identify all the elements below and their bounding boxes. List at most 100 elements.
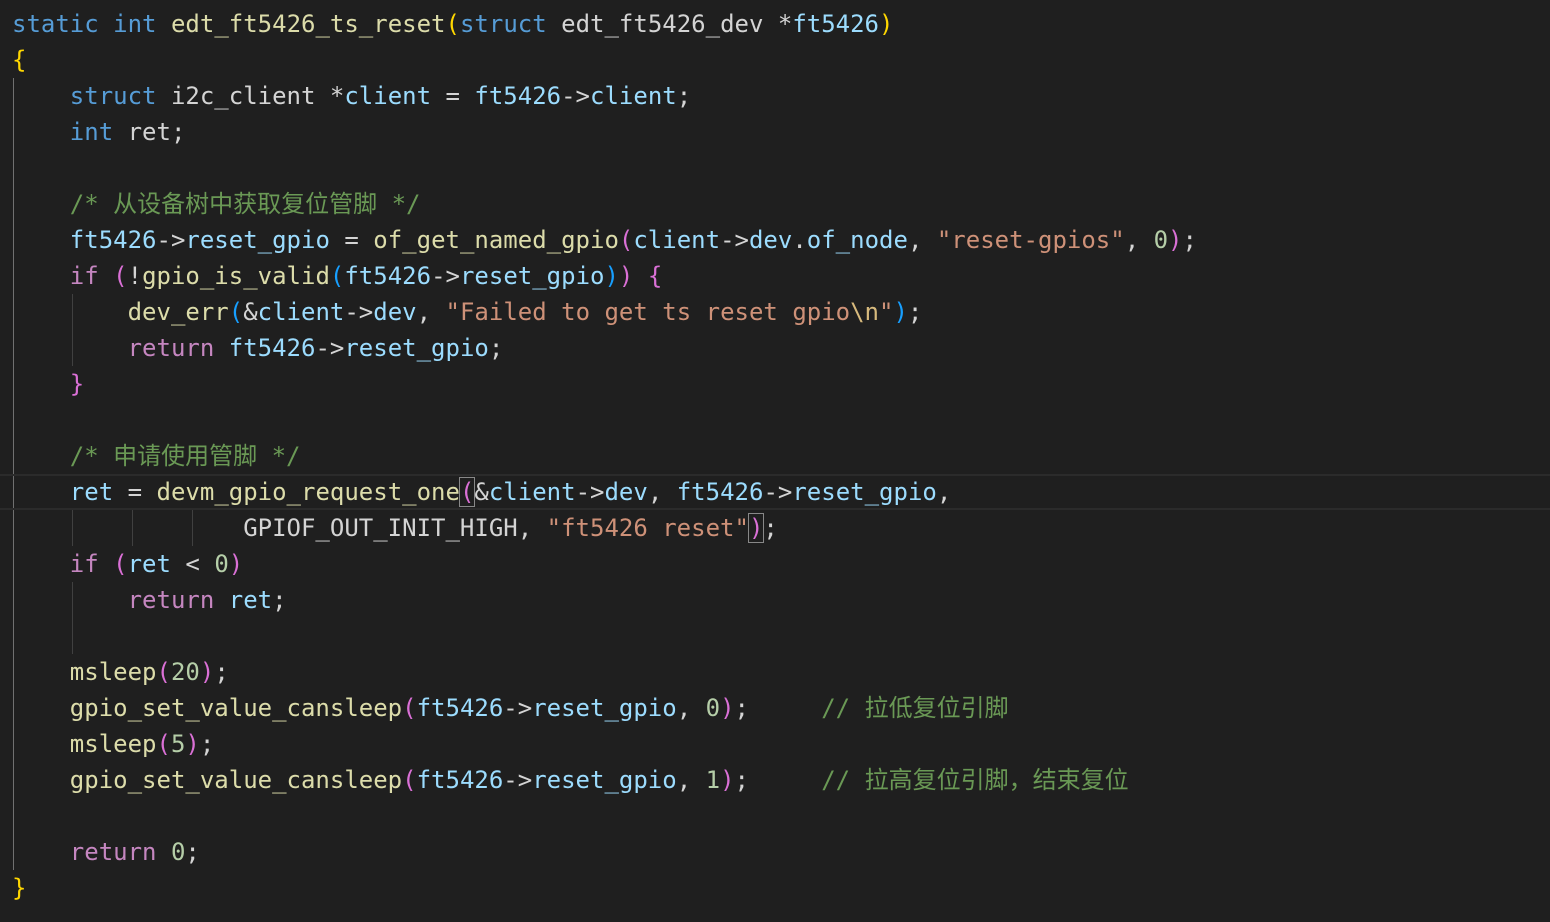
code-token: // 拉高复位引脚，结束复位 bbox=[821, 766, 1129, 794]
code-token: client bbox=[344, 82, 432, 110]
code-token: ) bbox=[893, 298, 908, 326]
code-line[interactable]: { bbox=[12, 42, 1550, 78]
code-line[interactable]: static int edt_ft5426_ts_reset(struct ed… bbox=[12, 6, 1550, 42]
code-line[interactable]: return ft5426->reset_gpio; bbox=[12, 330, 1550, 366]
code-token: ) bbox=[618, 262, 634, 290]
code-token: ! bbox=[127, 262, 143, 290]
code-line[interactable]: } bbox=[12, 870, 1550, 906]
code-line[interactable]: /* 从设备树中获取复位管脚 */ bbox=[12, 186, 1550, 222]
code-line[interactable]: ret = devm_gpio_request_one(&client->dev… bbox=[0, 474, 1550, 510]
code-line[interactable]: } bbox=[12, 366, 1550, 402]
code-token: ( bbox=[113, 262, 128, 290]
code-line[interactable]: if (!gpio_is_valid(ft5426->reset_gpio)) … bbox=[12, 258, 1550, 294]
code-token: ( bbox=[113, 550, 128, 578]
code-token: return bbox=[127, 586, 215, 614]
code-line[interactable] bbox=[12, 402, 1550, 438]
code-token: { bbox=[12, 46, 27, 74]
code-token: ( bbox=[156, 658, 171, 686]
code-token: struct bbox=[69, 82, 157, 110]
code-token: return bbox=[127, 334, 215, 362]
code-token: ; bbox=[763, 514, 778, 542]
code-token: { bbox=[647, 262, 663, 290]
code-token: msleep bbox=[69, 730, 157, 758]
code-token: ft5426 bbox=[228, 334, 316, 362]
code-token: ret bbox=[127, 550, 171, 578]
code-token: -> bbox=[503, 694, 533, 722]
code-line[interactable]: msleep(5); bbox=[12, 726, 1550, 762]
code-token: , bbox=[936, 478, 952, 506]
code-token: ) bbox=[199, 658, 215, 686]
code-token: } bbox=[12, 874, 27, 902]
code-line[interactable] bbox=[12, 798, 1550, 834]
code-token: -> bbox=[344, 298, 374, 326]
code-token: int bbox=[113, 10, 157, 38]
code-token: ) bbox=[604, 262, 619, 290]
code-token: } bbox=[69, 370, 85, 398]
code-token: -> bbox=[156, 226, 186, 254]
code-editor[interactable]: static int edt_ft5426_ts_reset(struct ed… bbox=[0, 0, 1550, 922]
code-line[interactable] bbox=[12, 150, 1550, 186]
code-line[interactable]: return 0; bbox=[12, 834, 1550, 870]
code-token: & bbox=[243, 298, 258, 326]
code-token: ret; bbox=[113, 118, 186, 146]
code-token: GPIOF_OUT_INIT_HIGH bbox=[243, 514, 518, 542]
code-token: ; bbox=[214, 658, 229, 686]
code-token: ( bbox=[458, 477, 476, 507]
code-token: -> bbox=[720, 226, 749, 254]
code-line[interactable]: return ret; bbox=[12, 582, 1550, 618]
code-token: -> bbox=[431, 262, 460, 290]
code-token: 0 bbox=[1153, 226, 1169, 254]
code-line[interactable]: gpio_set_value_cansleep(ft5426->reset_gp… bbox=[12, 690, 1550, 726]
code-line[interactable]: struct i2c_client *client = ft5426->clie… bbox=[12, 78, 1550, 114]
code-token: i2c_client * bbox=[156, 82, 345, 110]
code-token: , bbox=[676, 766, 706, 794]
code-token: if bbox=[69, 262, 99, 290]
code-token: reset_gpio bbox=[344, 334, 489, 362]
code-line[interactable]: ft5426->reset_gpio = of_get_named_gpio(c… bbox=[12, 222, 1550, 258]
code-token: msleep bbox=[69, 658, 157, 686]
code-token: . bbox=[792, 226, 807, 254]
code-line[interactable]: gpio_set_value_cansleep(ft5426->reset_gp… bbox=[12, 762, 1550, 798]
code-token: reset_gpio bbox=[459, 262, 605, 290]
code-token: client bbox=[633, 226, 721, 254]
code-token: dev_err bbox=[127, 298, 229, 326]
code-token: of_node bbox=[806, 226, 908, 254]
code-token: ft5426 bbox=[474, 82, 562, 110]
code-token: if bbox=[69, 550, 99, 578]
code-token: ) bbox=[1168, 226, 1183, 254]
code-token: ) bbox=[720, 766, 735, 794]
code-line[interactable]: if (ret < 0) bbox=[12, 546, 1550, 582]
code-token: -> bbox=[315, 334, 345, 362]
code-line[interactable] bbox=[12, 618, 1550, 654]
code-token: client bbox=[488, 478, 576, 506]
code-line[interactable]: msleep(20); bbox=[12, 654, 1550, 690]
code-token: ( bbox=[618, 226, 634, 254]
code-token: ) bbox=[879, 10, 894, 38]
code-token: gpio_set_value_cansleep bbox=[69, 766, 403, 794]
code-line[interactable]: GPIOF_OUT_INIT_HIGH, "ft5426 reset"); bbox=[12, 510, 1550, 546]
code-token: ( bbox=[402, 766, 417, 794]
code-token: , bbox=[1124, 226, 1154, 254]
code-token: ft5426 bbox=[416, 766, 504, 794]
code-token: dev bbox=[748, 226, 793, 254]
code-token: , bbox=[907, 226, 937, 254]
code-token: dev bbox=[373, 298, 417, 326]
code-token: ; bbox=[488, 334, 504, 362]
code-line[interactable]: /* 申请使用管脚 */ bbox=[12, 438, 1550, 474]
code-line[interactable]: dev_err(&client->dev, "Failed to get ts … bbox=[12, 294, 1550, 330]
code-line[interactable]: int ret; bbox=[12, 114, 1550, 150]
code-token: ( bbox=[445, 10, 460, 38]
